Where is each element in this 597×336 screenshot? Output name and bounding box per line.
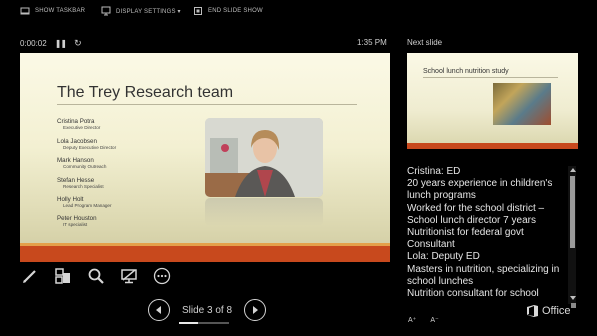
increase-font-button[interactable]: A⁺ [408,316,416,324]
person-role: Deputy Executive Director [63,145,117,150]
person-entry: Cristina Potra Executive Director [57,118,100,131]
person-name: Mark Hanson [57,157,94,164]
black-screen-button[interactable] [119,266,139,286]
resize-grip-icon[interactable] [571,303,576,308]
timer-bar: 0:00:02 ❚❚ ↻ [20,38,82,49]
person-role: IT specialist [63,222,88,227]
taskbar-icon [20,7,30,15]
see-all-slides-button[interactable] [53,266,73,286]
arrow-right-icon [253,306,258,314]
previous-slide-button[interactable] [148,299,170,321]
slide-navigation: Slide 3 of 8 [148,299,266,324]
display-icon [101,6,111,16]
note-line: Nutrition consultant for school [407,288,539,300]
person-entry: Mark Hanson Community Outreach [57,157,106,170]
next-slide-preview[interactable]: School lunch nutrition study [407,53,578,149]
person-role: Research Specialist [63,184,104,189]
restart-icon[interactable]: ↻ [74,38,82,49]
arrow-left-icon [156,306,161,314]
notes-scroll-thumb[interactable] [570,176,575,248]
grid-icon [55,268,70,284]
show-taskbar-label: SHOW TASKBAR [35,8,86,14]
speaker-notes[interactable]: Cristina: ED 20 years experience in chil… [407,166,565,306]
note-line: Worked for the school district – School … [407,202,545,226]
person-role: Lead Program Manager [63,203,112,208]
note-line: Nutritionist for federal govt [407,227,524,239]
screen-slash-icon [121,269,137,284]
note-line: Consultant [407,239,455,251]
person-name: Peter Houston [57,215,97,222]
next-slide-photo [493,83,551,125]
portrait-photo [205,118,323,197]
next-slide-divider [423,77,558,78]
person-entry: Lola Jacobsen Deputy Executive Director [57,138,116,151]
pen-tool-button[interactable] [20,266,40,286]
person-entry: Holly Holt Lead Program Manager [57,196,112,209]
elapsed-time: 0:00:02 [20,39,47,48]
more-options-button[interactable] [152,266,172,286]
scroll-down-arrow-icon[interactable] [570,296,576,300]
end-slide-show-label: END SLIDE SHOW [208,8,263,14]
person-name: Holly Holt [57,196,84,203]
slide-footer-bar [20,246,390,262]
zoom-button[interactable] [86,266,106,286]
portrait-illustration [205,118,323,197]
slide-progress [179,321,229,324]
next-slide-label: Next slide [407,38,443,47]
slide-title: The Trey Research team [57,84,234,101]
next-slide-title: School lunch nutrition study [423,68,509,75]
note-line: 20 years experience in children's lunch … [407,178,553,202]
display-settings-button[interactable]: DISPLAY SETTINGS ▾ [101,5,181,17]
slide-counter-label: Slide 3 of 8 [181,304,233,316]
magnifier-icon [88,268,104,284]
note-line: Lola: Deputy ED [407,251,480,263]
office-icon [527,305,538,317]
person-name: Cristina Potra [57,118,95,125]
title-divider [57,104,357,105]
scroll-up-arrow-icon[interactable] [570,168,576,172]
notes-font-controls: A⁺ A⁻ [408,316,439,324]
decrease-font-button[interactable]: A⁻ [430,316,438,324]
current-slide[interactable]: The Trey Research team Cristina Potra Ex… [20,53,390,262]
note-line: Cristina: ED [407,166,461,177]
next-slide-button[interactable] [244,299,266,321]
person-role: Executive Director [63,125,101,130]
person-role: Community Outreach [63,164,107,169]
person-name: Lola Jacobsen [57,138,97,145]
display-settings-label: DISPLAY SETTINGS ▾ [116,8,181,15]
office-logo: Office [526,304,571,318]
ellipsis-icon [153,267,171,285]
pause-icon[interactable]: ❚❚ [55,39,67,48]
show-taskbar-button[interactable]: SHOW TASKBAR [20,5,85,17]
pen-icon [23,270,36,283]
end-slide-show-button[interactable]: END SLIDE SHOW [193,5,263,17]
end-show-icon [194,7,202,15]
presenter-tools [20,266,172,286]
person-entry: Stefan Hesse Research Specialist [57,177,104,190]
note-line: Masters in nutrition, specializing in sc… [407,263,560,287]
slide-progress-fill [179,321,198,324]
next-slide-footer-bar [407,143,578,149]
photo-reflection [205,198,323,226]
slide-counter[interactable]: Slide 3 of 8 [179,304,235,324]
person-entry: Peter Houston IT specialist [57,215,97,228]
person-name: Stefan Hesse [57,177,95,184]
clock: 1:35 PM [357,38,387,47]
office-wordmark: Office [542,305,571,317]
